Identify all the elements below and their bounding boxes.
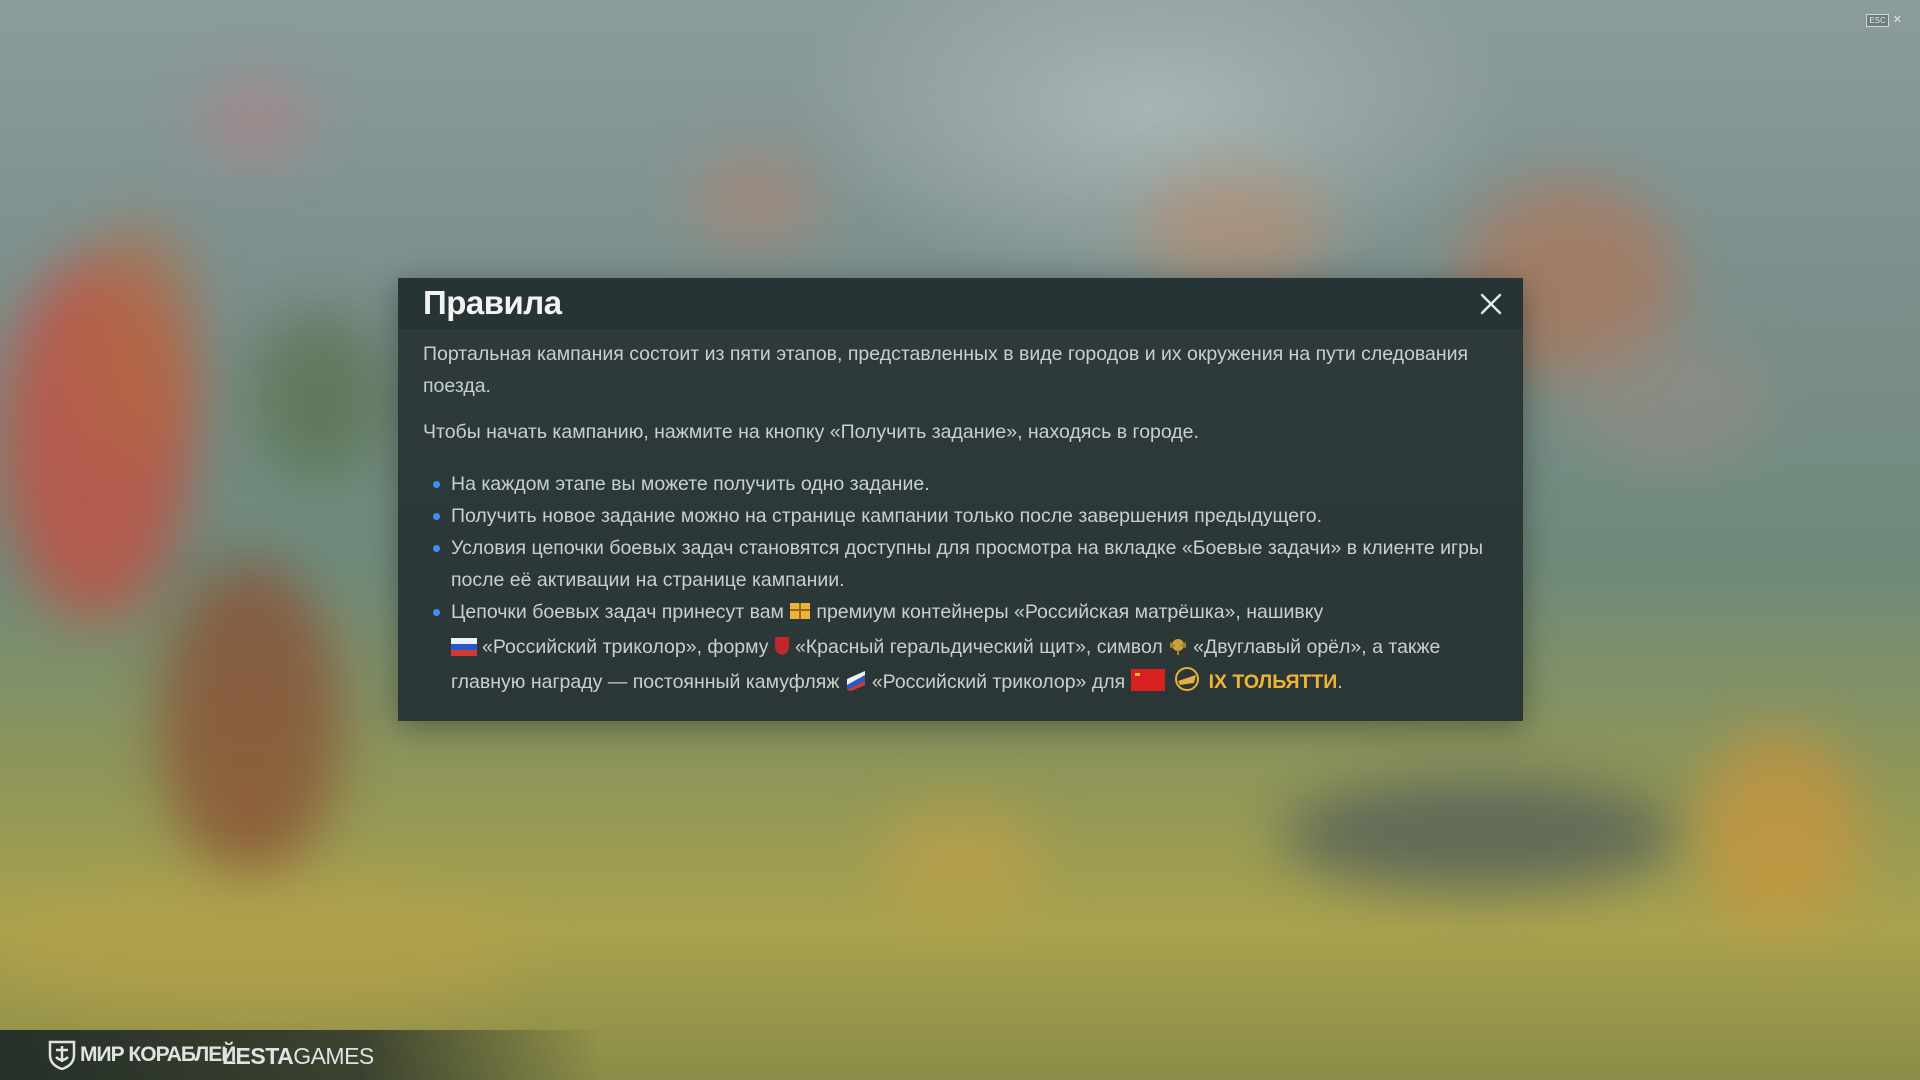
reward-text-1: Цепочки боевых задач принесут вам <box>451 601 784 623</box>
intro-paragraph: Портальная кампания состоит из пяти этап… <box>423 343 1469 397</box>
camo-icon <box>845 669 867 701</box>
esc-close-icon[interactable]: ✕ <box>1893 15 1902 26</box>
dialog-body: Портальная кампания состоит из пяти этап… <box>423 338 1498 701</box>
reward-text-3: «Российский триколор», форму <box>482 636 769 658</box>
reward-text-2: премиум контейнеры «Российская матрёшка»… <box>816 601 1324 623</box>
reward-end: . <box>1337 671 1343 693</box>
esc-key-label: ESC <box>1866 14 1889 27</box>
close-button[interactable] <box>1477 290 1505 318</box>
rules-dialog: Правила Портальная кампания состоит из п… <box>398 278 1523 721</box>
list-item: Условия цепочки боевых задач становятся … <box>423 532 1498 596</box>
rules-list: На каждом этапе вы можете получить одно … <box>423 468 1498 701</box>
ussr-flag-icon <box>1130 669 1165 701</box>
container-icon <box>789 599 811 631</box>
list-item: Получить новое задание можно на странице… <box>423 500 1498 532</box>
list-item-rewards: Цепочки боевых задач принесут вам премиу… <box>423 596 1498 701</box>
publisher-logo: LESTAGAMES <box>222 1043 374 1070</box>
ship-logo-icon <box>48 1040 76 1070</box>
list-item: На каждом этапе вы можете получить одно … <box>423 468 1498 500</box>
game-brand-text: МИР КОРАБЛЕЙ <box>80 1043 236 1066</box>
publisher-bold: LESTA <box>222 1043 294 1069</box>
eagle-icon <box>1168 634 1188 666</box>
reward-text-4: «Красный геральдический щит», символ <box>794 636 1163 658</box>
esc-hint[interactable]: ESC ✕ <box>1866 14 1902 27</box>
instruction-paragraph: Чтобы начать кампанию, нажмите на кнопку… <box>423 421 1199 443</box>
dialog-header: Правила <box>398 278 1523 331</box>
game-logo: МИР КОРАБЛЕЙ <box>48 1040 236 1070</box>
close-icon <box>1480 293 1502 315</box>
red-shield-icon <box>774 634 790 666</box>
tier-icon <box>1170 667 1204 701</box>
publisher-light: GAMES <box>293 1043 374 1069</box>
dialog-title: Правила <box>423 284 562 321</box>
tricolor-patch-icon <box>451 634 477 666</box>
ship-name[interactable]: IX ТОЛЬЯТТИ <box>1209 671 1338 693</box>
reward-text-6: «Российский триколор» для <box>871 671 1126 693</box>
footer-bar: МИР КОРАБЛЕЙ LESTAGAMES <box>0 1030 600 1080</box>
